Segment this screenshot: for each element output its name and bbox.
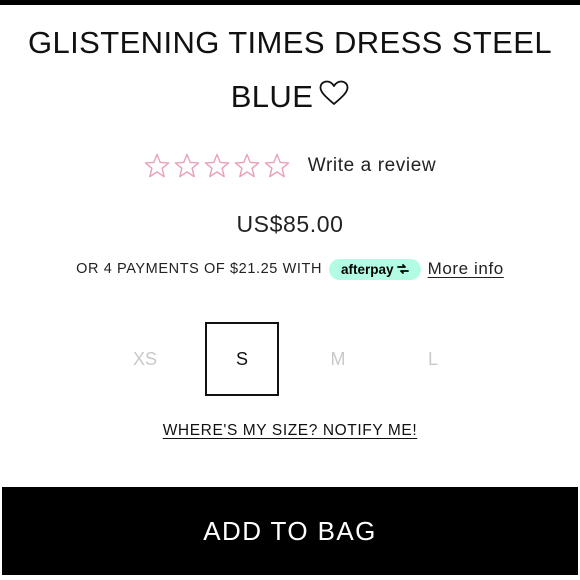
- product-title: GLISTENING TIMES DRESS STEEL BLUE: [14, 16, 566, 126]
- afterpay-badge: afterpay: [329, 258, 421, 280]
- installments-text: OR 4 PAYMENTS OF $21.25 WITH: [76, 261, 323, 277]
- heart-icon[interactable]: [319, 69, 349, 123]
- product-title-text: GLISTENING TIMES DRESS STEEL BLUE: [28, 25, 552, 114]
- size-option-l[interactable]: L: [396, 322, 470, 396]
- afterpay-arrows-icon: [396, 264, 409, 274]
- size-option-m[interactable]: M: [301, 322, 375, 396]
- product-price: US$85.00: [236, 211, 344, 237]
- star-icon[interactable]: [264, 153, 290, 179]
- more-info-link[interactable]: More info: [428, 259, 504, 279]
- star-icon[interactable]: [144, 153, 170, 179]
- installments-row: OR 4 PAYMENTS OF $21.25 WITH afterpay Mo…: [0, 256, 580, 282]
- rating-row: Write a review: [0, 150, 580, 182]
- star-icon[interactable]: [204, 153, 230, 179]
- size-option-s[interactable]: S: [205, 322, 279, 396]
- notify-me-row: WHERE'S MY SIZE? NOTIFY ME!: [0, 422, 580, 440]
- size-option-xs[interactable]: XS: [108, 322, 182, 396]
- write-review-link[interactable]: Write a review: [308, 155, 436, 177]
- star-icon[interactable]: [234, 153, 260, 179]
- star-rating[interactable]: [144, 153, 290, 179]
- star-icon[interactable]: [174, 153, 200, 179]
- size-selector: XS S M L: [0, 322, 580, 396]
- notify-me-link[interactable]: WHERE'S MY SIZE? NOTIFY ME!: [163, 422, 418, 439]
- top-divider: [0, 0, 580, 5]
- afterpay-logo-text: afterpay: [341, 261, 394, 277]
- add-to-bag-button[interactable]: ADD TO BAG: [2, 487, 578, 575]
